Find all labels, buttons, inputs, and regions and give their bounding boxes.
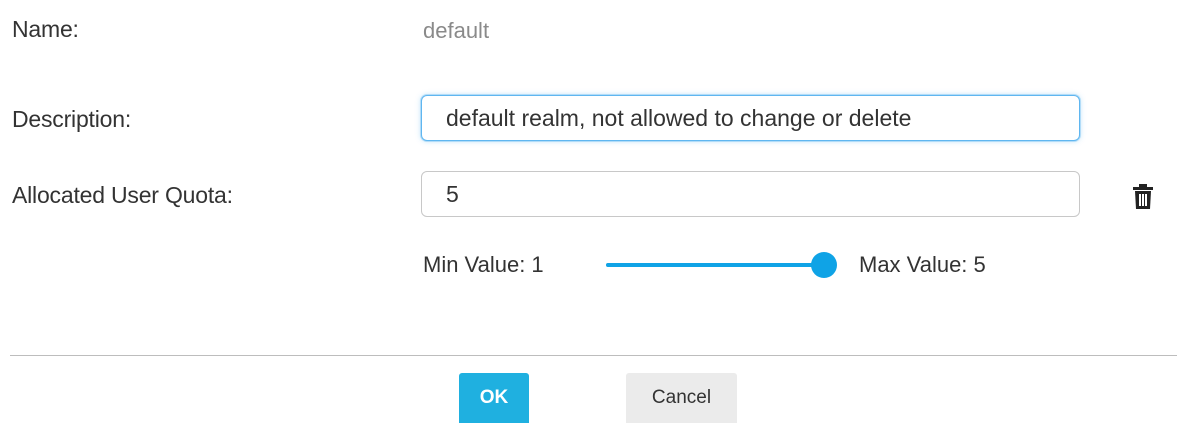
quota-slider-row: Min Value: 1 Max Value: 5 [423, 250, 1043, 282]
ok-button[interactable]: OK [459, 373, 529, 423]
description-label: Description: [12, 106, 132, 132]
realm-edit-form: Name: default Description: Allocated Use… [0, 0, 1177, 423]
slider-thumb[interactable] [811, 252, 837, 278]
name-value: default [423, 18, 490, 43]
description-input[interactable] [421, 95, 1080, 141]
trash-icon[interactable] [1132, 184, 1154, 210]
quota-slider[interactable] [606, 252, 837, 278]
slider-max-label: Max Value: 5 [859, 252, 986, 277]
cancel-button[interactable]: Cancel [626, 373, 737, 423]
name-label: Name: [12, 16, 79, 42]
footer-divider [10, 355, 1177, 356]
quota-input[interactable] [421, 171, 1080, 217]
quota-label: Allocated User Quota: [12, 182, 233, 208]
slider-min-label: Min Value: 1 [423, 252, 544, 277]
slider-fill [606, 263, 824, 267]
